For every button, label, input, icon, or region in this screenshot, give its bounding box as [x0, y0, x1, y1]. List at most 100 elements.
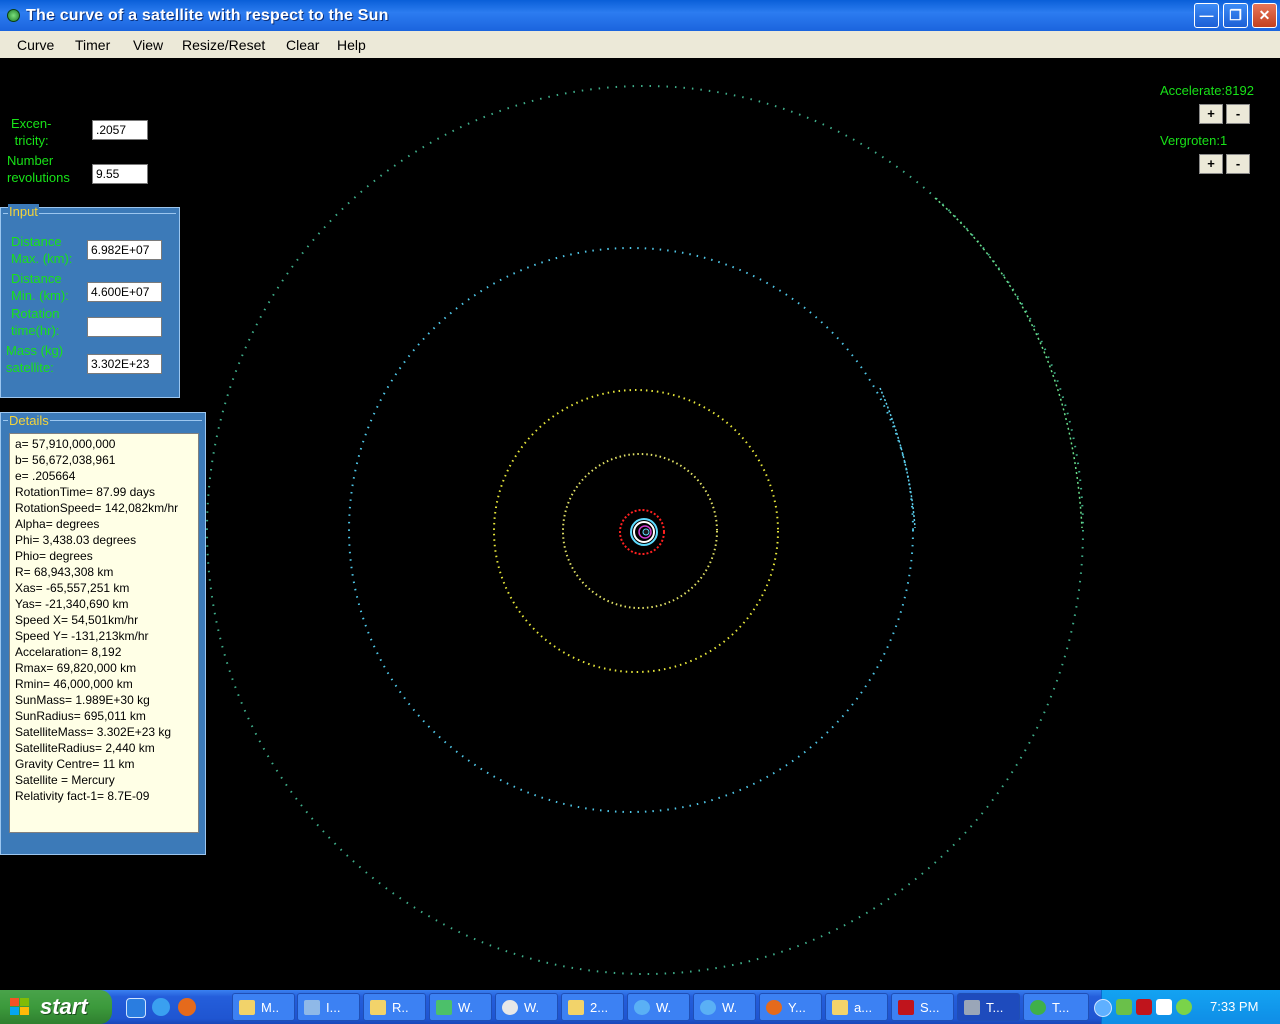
taskbar-item-10[interactable]: a...	[825, 993, 888, 1021]
menu-timer[interactable]: Timer	[75, 37, 110, 53]
windows-flag-icon	[10, 998, 30, 1016]
detail-line: Relativity fact-1= 8.7E-09	[15, 789, 150, 803]
detail-line: Phio= degrees	[15, 549, 93, 563]
taskbar-item-label: Y...	[788, 1000, 806, 1015]
start-button[interactable]: start	[0, 990, 112, 1024]
rotation-time-input[interactable]	[87, 317, 162, 337]
accelerate-minus-button[interactable]: -	[1226, 104, 1250, 124]
detail-line: SatelliteRadius= 2,440 km	[15, 741, 155, 755]
orbit-arc-green-right	[934, 197, 1083, 529]
detail-line: Yas= -21,340,690 km	[15, 597, 129, 611]
media-player-icon	[502, 1000, 518, 1015]
folder-icon	[832, 1000, 848, 1015]
folder-icon	[239, 1000, 255, 1015]
users-icon	[436, 1000, 452, 1015]
detail-line: b= 56,672,038,961	[15, 453, 116, 467]
system-tray: 7:33 PM	[1094, 990, 1280, 1024]
minimize-button[interactable]: —	[1194, 3, 1219, 28]
taskbar-item-4[interactable]: W.	[429, 993, 492, 1021]
taskbar-item-13[interactable]: T...	[1023, 993, 1089, 1021]
taskbar-item-label: W.	[656, 1000, 672, 1015]
window-title: The curve of a satellite with respect to…	[26, 7, 389, 24]
window-icon	[304, 1000, 320, 1015]
ie-icon	[700, 1000, 716, 1015]
excentricity-input[interactable]	[92, 120, 148, 140]
app-globe-icon	[1030, 1000, 1046, 1015]
close-button[interactable]: ✕	[1252, 3, 1277, 28]
detail-line: Rmax= 69,820,000 km	[15, 661, 137, 675]
detail-line: Speed X= 54,501km/hr	[15, 613, 139, 627]
detail-line: e= .205664	[15, 469, 76, 483]
taskbar-item-8[interactable]: W.	[693, 993, 756, 1021]
quicklaunch-firefox-icon[interactable]	[178, 998, 196, 1016]
taskbar-item-label: W.	[524, 1000, 540, 1015]
detail-line: Gravity Centre= 11 km	[15, 757, 135, 771]
taskbar-item-7[interactable]: W.	[627, 993, 690, 1021]
detail-line: SunRadius= 695,011 km	[15, 709, 146, 723]
taskbar-item-3[interactable]: R..	[363, 993, 426, 1021]
menu-resize-reset[interactable]: Resize/Reset	[182, 37, 265, 53]
quicklaunch-desktop-icon[interactable]	[126, 998, 146, 1018]
accelerate-label: Accelerate:8192	[1160, 83, 1254, 98]
excentricity-label: Excen- tricity:	[11, 116, 52, 148]
title-bar: The curve of a satellite with respect to…	[0, 0, 1280, 31]
detail-line: RotationTime= 87.99 days	[15, 485, 155, 499]
distance-max-label: Distance Max. (km):	[11, 234, 73, 266]
tray-network-icon[interactable]	[1116, 999, 1132, 1015]
orbit-arc-cyan-right	[879, 387, 916, 529]
taskbar-item-11[interactable]: S...	[891, 993, 954, 1021]
distance-min-input[interactable]	[87, 282, 162, 302]
folder-icon	[568, 1000, 584, 1015]
app-icon[interactable]	[7, 9, 20, 22]
detail-line: Phi= 3,438.03 degrees	[15, 533, 137, 547]
detail-line: Xas= -65,557,251 km	[15, 581, 130, 595]
detail-line: Rmin= 46,000,000 km	[15, 677, 133, 691]
detail-line: RotationSpeed= 142,082km/hr	[15, 501, 179, 515]
vergroten-plus-button[interactable]: +	[1199, 154, 1223, 174]
taskbar-item-1[interactable]: M..	[232, 993, 295, 1021]
tray-security-icon[interactable]	[1176, 999, 1192, 1015]
menu-help[interactable]: Help	[337, 37, 366, 53]
taskbar-item-12[interactable]: T...	[957, 993, 1020, 1021]
taskbar: start M.. I... R.. W. W. 2... W. W. Y...…	[0, 990, 1280, 1024]
zonealarm-icon	[898, 1000, 914, 1015]
taskbar-item-label: R..	[392, 1000, 409, 1015]
details-panel-title: Details	[8, 413, 50, 428]
revolutions-label: Number revolutions	[7, 153, 70, 185]
taskbar-item-label: T...	[1052, 1000, 1070, 1015]
mass-satellite-input[interactable]	[87, 354, 162, 374]
menu-clear[interactable]: Clear	[286, 37, 319, 53]
detail-line: Accelaration= 8,192	[15, 645, 122, 659]
tray-meter-icon[interactable]	[1136, 999, 1152, 1015]
mass-satellite-label: Mass (kg) satellite:	[6, 343, 64, 375]
tray-expand-icon[interactable]	[1094, 999, 1112, 1017]
start-label: start	[40, 994, 88, 1019]
input-panel-title: Input	[8, 204, 39, 219]
taskbar-item-2[interactable]: I...	[297, 993, 360, 1021]
orbit-yellow-small	[562, 453, 718, 609]
taskbar-item-5[interactable]: W.	[495, 993, 558, 1021]
distance-max-input[interactable]	[87, 240, 162, 260]
detail-line: Alpha= degrees	[15, 517, 100, 531]
ie-icon	[634, 1000, 650, 1015]
detail-line: a= 57,910,000,000	[15, 437, 116, 451]
tray-clock[interactable]: 7:33 PM	[1210, 999, 1258, 1014]
quicklaunch-ie-icon[interactable]	[152, 998, 170, 1016]
menu-view[interactable]: View	[133, 37, 163, 53]
details-textbox[interactable]: a= 57,910,000,000 b= 56,672,038,961 e= .…	[9, 433, 199, 833]
distance-min-label: Distance Min. (km):	[11, 271, 69, 303]
revolutions-input[interactable]	[92, 164, 148, 184]
taskbar-item-label: M..	[261, 1000, 280, 1015]
detail-line: SatelliteMass= 3.302E+23 kg	[15, 725, 172, 739]
vergroten-minus-button[interactable]: -	[1226, 154, 1250, 174]
taskbar-item-9[interactable]: Y...	[759, 993, 822, 1021]
taskbar-item-6[interactable]: 2...	[561, 993, 624, 1021]
taskbar-item-label: T...	[986, 1000, 1004, 1015]
menu-curve[interactable]: Curve	[17, 37, 54, 53]
rotation-time-label: Rotation time(hr):	[11, 306, 60, 338]
maximize-button[interactable]: ❐	[1223, 3, 1248, 28]
accelerate-plus-button[interactable]: +	[1199, 104, 1223, 124]
taskbar-item-label: W.	[722, 1000, 738, 1015]
tray-gmail-icon[interactable]	[1156, 999, 1172, 1015]
detail-line: Satellite = Mercury	[15, 773, 115, 787]
